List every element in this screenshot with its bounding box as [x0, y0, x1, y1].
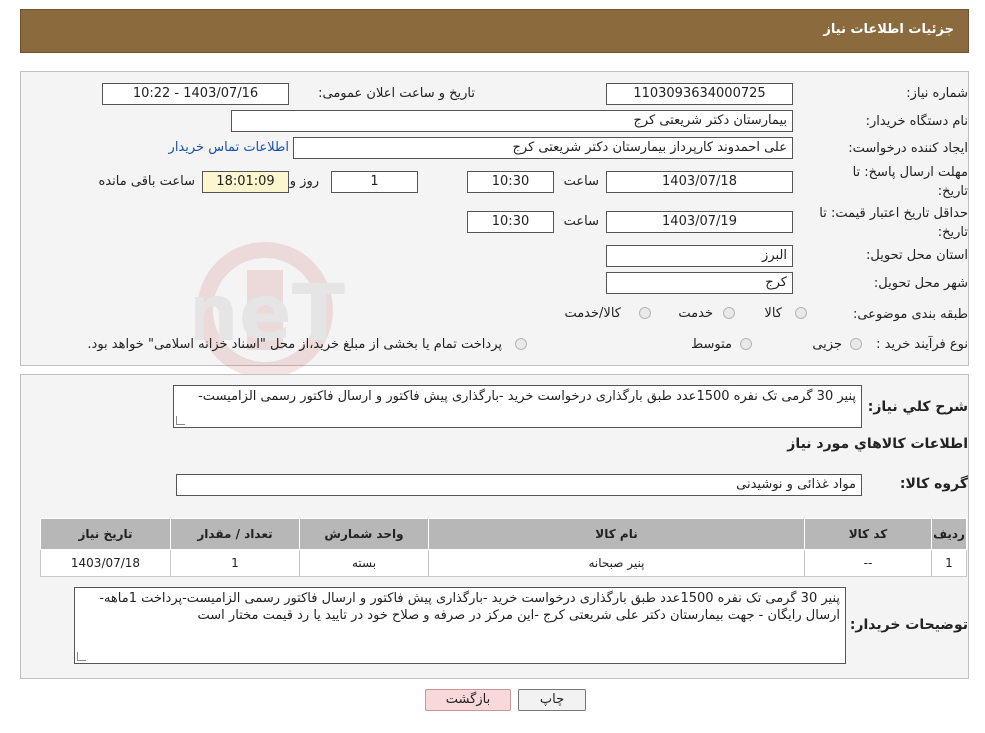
cell-item-code: -- [804, 549, 932, 577]
col-header-item-name: نام کالا [428, 518, 805, 550]
days-field: 1 [331, 171, 418, 193]
category-option-service: خدمت [678, 306, 713, 321]
col-header-unit: واحد شمارش [299, 518, 429, 550]
need-number-field: 1103093634000725 [606, 83, 793, 105]
category-option-goods-service: کالا/خدمت [564, 306, 621, 321]
cell-row-number: 1 [931, 549, 967, 577]
remaining-time-label: ساعت باقی مانده [98, 174, 195, 189]
page-header: جزئیات اطلاعات نیاز [20, 9, 969, 53]
announce-label: تاریخ و ساعت اعلان عمومی: [318, 86, 475, 101]
col-header-quantity: تعداد / مقدار [170, 518, 300, 550]
buyer-contact-link[interactable]: اطلاعات تماس خریدار [169, 140, 289, 155]
table-header-row: رديف کد کالا نام کالا واحد شمارش تعداد /… [40, 518, 967, 550]
table-row: 1 -- پنیر صبحانه بسته 1 1403/07/18 [40, 549, 967, 577]
days-label: روز و [289, 174, 319, 189]
reply-time-field: 10:30 [467, 171, 554, 193]
general-description-label: شرح کلي نياز: [867, 399, 968, 415]
announce-datetime-field: 1403/07/16 - 10:22 [102, 83, 289, 105]
reply-deadline-label: مهلت ارسال پاسخ: تا [852, 165, 968, 180]
buyer-org-label: نام دستگاه خریدار: [865, 114, 968, 129]
goods-table: رديف کد کالا نام کالا واحد شمارش تعداد /… [40, 518, 967, 577]
resize-grip-icon[interactable] [77, 652, 86, 661]
category-label: طبقه بندی موضوعی: [852, 307, 968, 322]
col-header-need-date: تاریخ نیاز [40, 518, 171, 550]
payment-checkbox[interactable] [515, 338, 527, 350]
creator-label: ایجاد کننده درخواست: [848, 141, 968, 156]
general-description-field[interactable]: پنیر 30 گرمی تک نفره 1500عدد طبق بارگذار… [173, 385, 862, 428]
province-field: البرز [606, 245, 793, 267]
price-validity-label-2: تاریخ: [937, 225, 968, 240]
print-button[interactable]: چاپ [518, 689, 586, 711]
reply-date-field: 1403/07/18 [606, 171, 793, 193]
process-radio-minor[interactable] [850, 338, 862, 350]
cell-quantity: 1 [170, 549, 300, 577]
price-validity-label: حداقل تاریخ اعتبار قیمت: تا [819, 206, 968, 221]
cell-item-name: پنیر صبحانه [428, 549, 805, 577]
goods-group-field: مواد غذائی و نوشیدنی [176, 474, 862, 496]
validity-time-label: ساعت [563, 214, 599, 229]
col-header-row-number: رديف [931, 518, 967, 550]
process-option-medium: متوسط [691, 337, 732, 352]
city-label: شهر محل تحویل: [873, 276, 968, 291]
category-radio-service[interactable] [723, 307, 735, 319]
creator-field: علی احمدوند کارپرداز بیمارستان دکتر شریع… [293, 137, 793, 159]
remaining-time-field: 18:01:09 [202, 171, 289, 193]
buyer-org-field: بیمارستان دکتر شریعتی کرج [231, 110, 793, 132]
col-header-item-code: کد کالا [804, 518, 932, 550]
page-title: جزئیات اطلاعات نیاز [823, 22, 954, 37]
back-button[interactable]: بازگشت [425, 689, 511, 711]
payment-note: پرداخت تمام یا بخشی از مبلغ خرید،از محل … [87, 337, 502, 352]
resize-grip-icon[interactable] [176, 416, 185, 425]
process-radio-medium[interactable] [740, 338, 752, 350]
need-number-label: شماره نیاز: [906, 86, 968, 101]
province-label: استان محل تحویل: [866, 248, 968, 263]
reply-time-label: ساعت [563, 174, 599, 189]
process-type-label: نوع فرآیند خرید : [876, 337, 968, 352]
category-radio-goods-service[interactable] [639, 307, 651, 319]
city-field: کرج [606, 272, 793, 294]
buyer-notes-text: پنیر 30 گرمی تک نفره 1500عدد طبق بارگذار… [99, 591, 840, 623]
category-option-goods: کالا [764, 306, 782, 321]
buyer-notes-label: توضیحات خریدار: [849, 617, 968, 633]
goods-group-label: گروه کالا: [899, 476, 968, 492]
reply-deadline-label-2: تاریخ: [937, 184, 968, 199]
cell-need-date: 1403/07/18 [40, 549, 171, 577]
validity-time-field: 10:30 [467, 211, 554, 233]
cell-unit: بسته [299, 549, 429, 577]
buyer-notes-field[interactable]: پنیر 30 گرمی تک نفره 1500عدد طبق بارگذار… [74, 587, 846, 664]
validity-date-field: 1403/07/19 [606, 211, 793, 233]
process-option-minor: جزیی [812, 337, 842, 352]
category-radio-goods[interactable] [795, 307, 807, 319]
goods-info-title: اطلاعات کالاهاي مورد نياز [787, 436, 968, 452]
general-description-text: پنیر 30 گرمی تک نفره 1500عدد طبق بارگذار… [198, 389, 856, 404]
